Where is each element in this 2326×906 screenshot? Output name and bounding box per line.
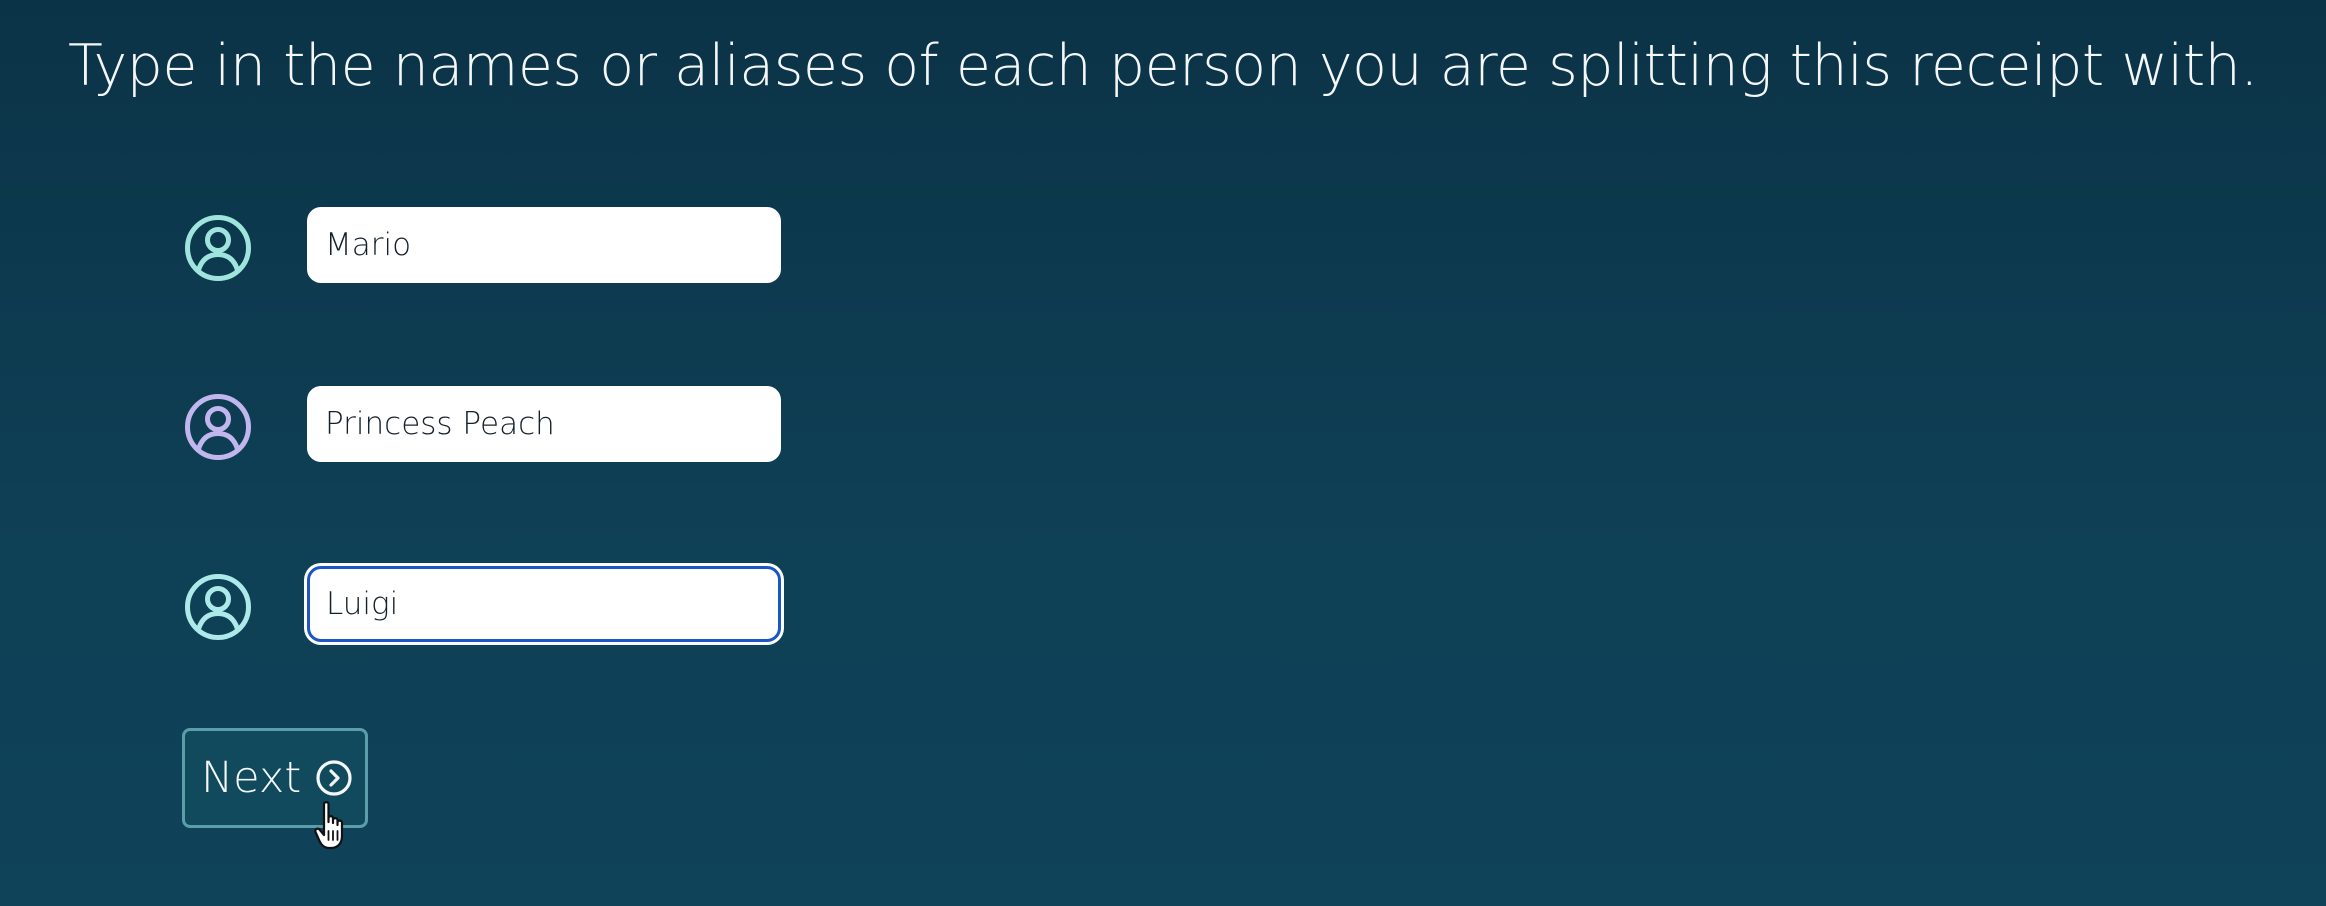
person-row <box>184 207 804 289</box>
person-name-input[interactable] <box>307 207 781 283</box>
person-name-input[interactable] <box>307 566 781 642</box>
user-circle-icon <box>184 393 252 461</box>
person-row <box>184 386 804 468</box>
user-circle-icon <box>184 214 252 282</box>
person-name-input[interactable] <box>307 386 781 462</box>
user-circle-icon <box>184 573 252 641</box>
next-button[interactable]: Next <box>182 728 368 828</box>
person-row <box>184 566 804 648</box>
next-button-label: Next <box>201 752 302 803</box>
page-title: Type in the names or aliases of each per… <box>68 33 2258 99</box>
chevron-right-circle-icon <box>315 759 353 797</box>
